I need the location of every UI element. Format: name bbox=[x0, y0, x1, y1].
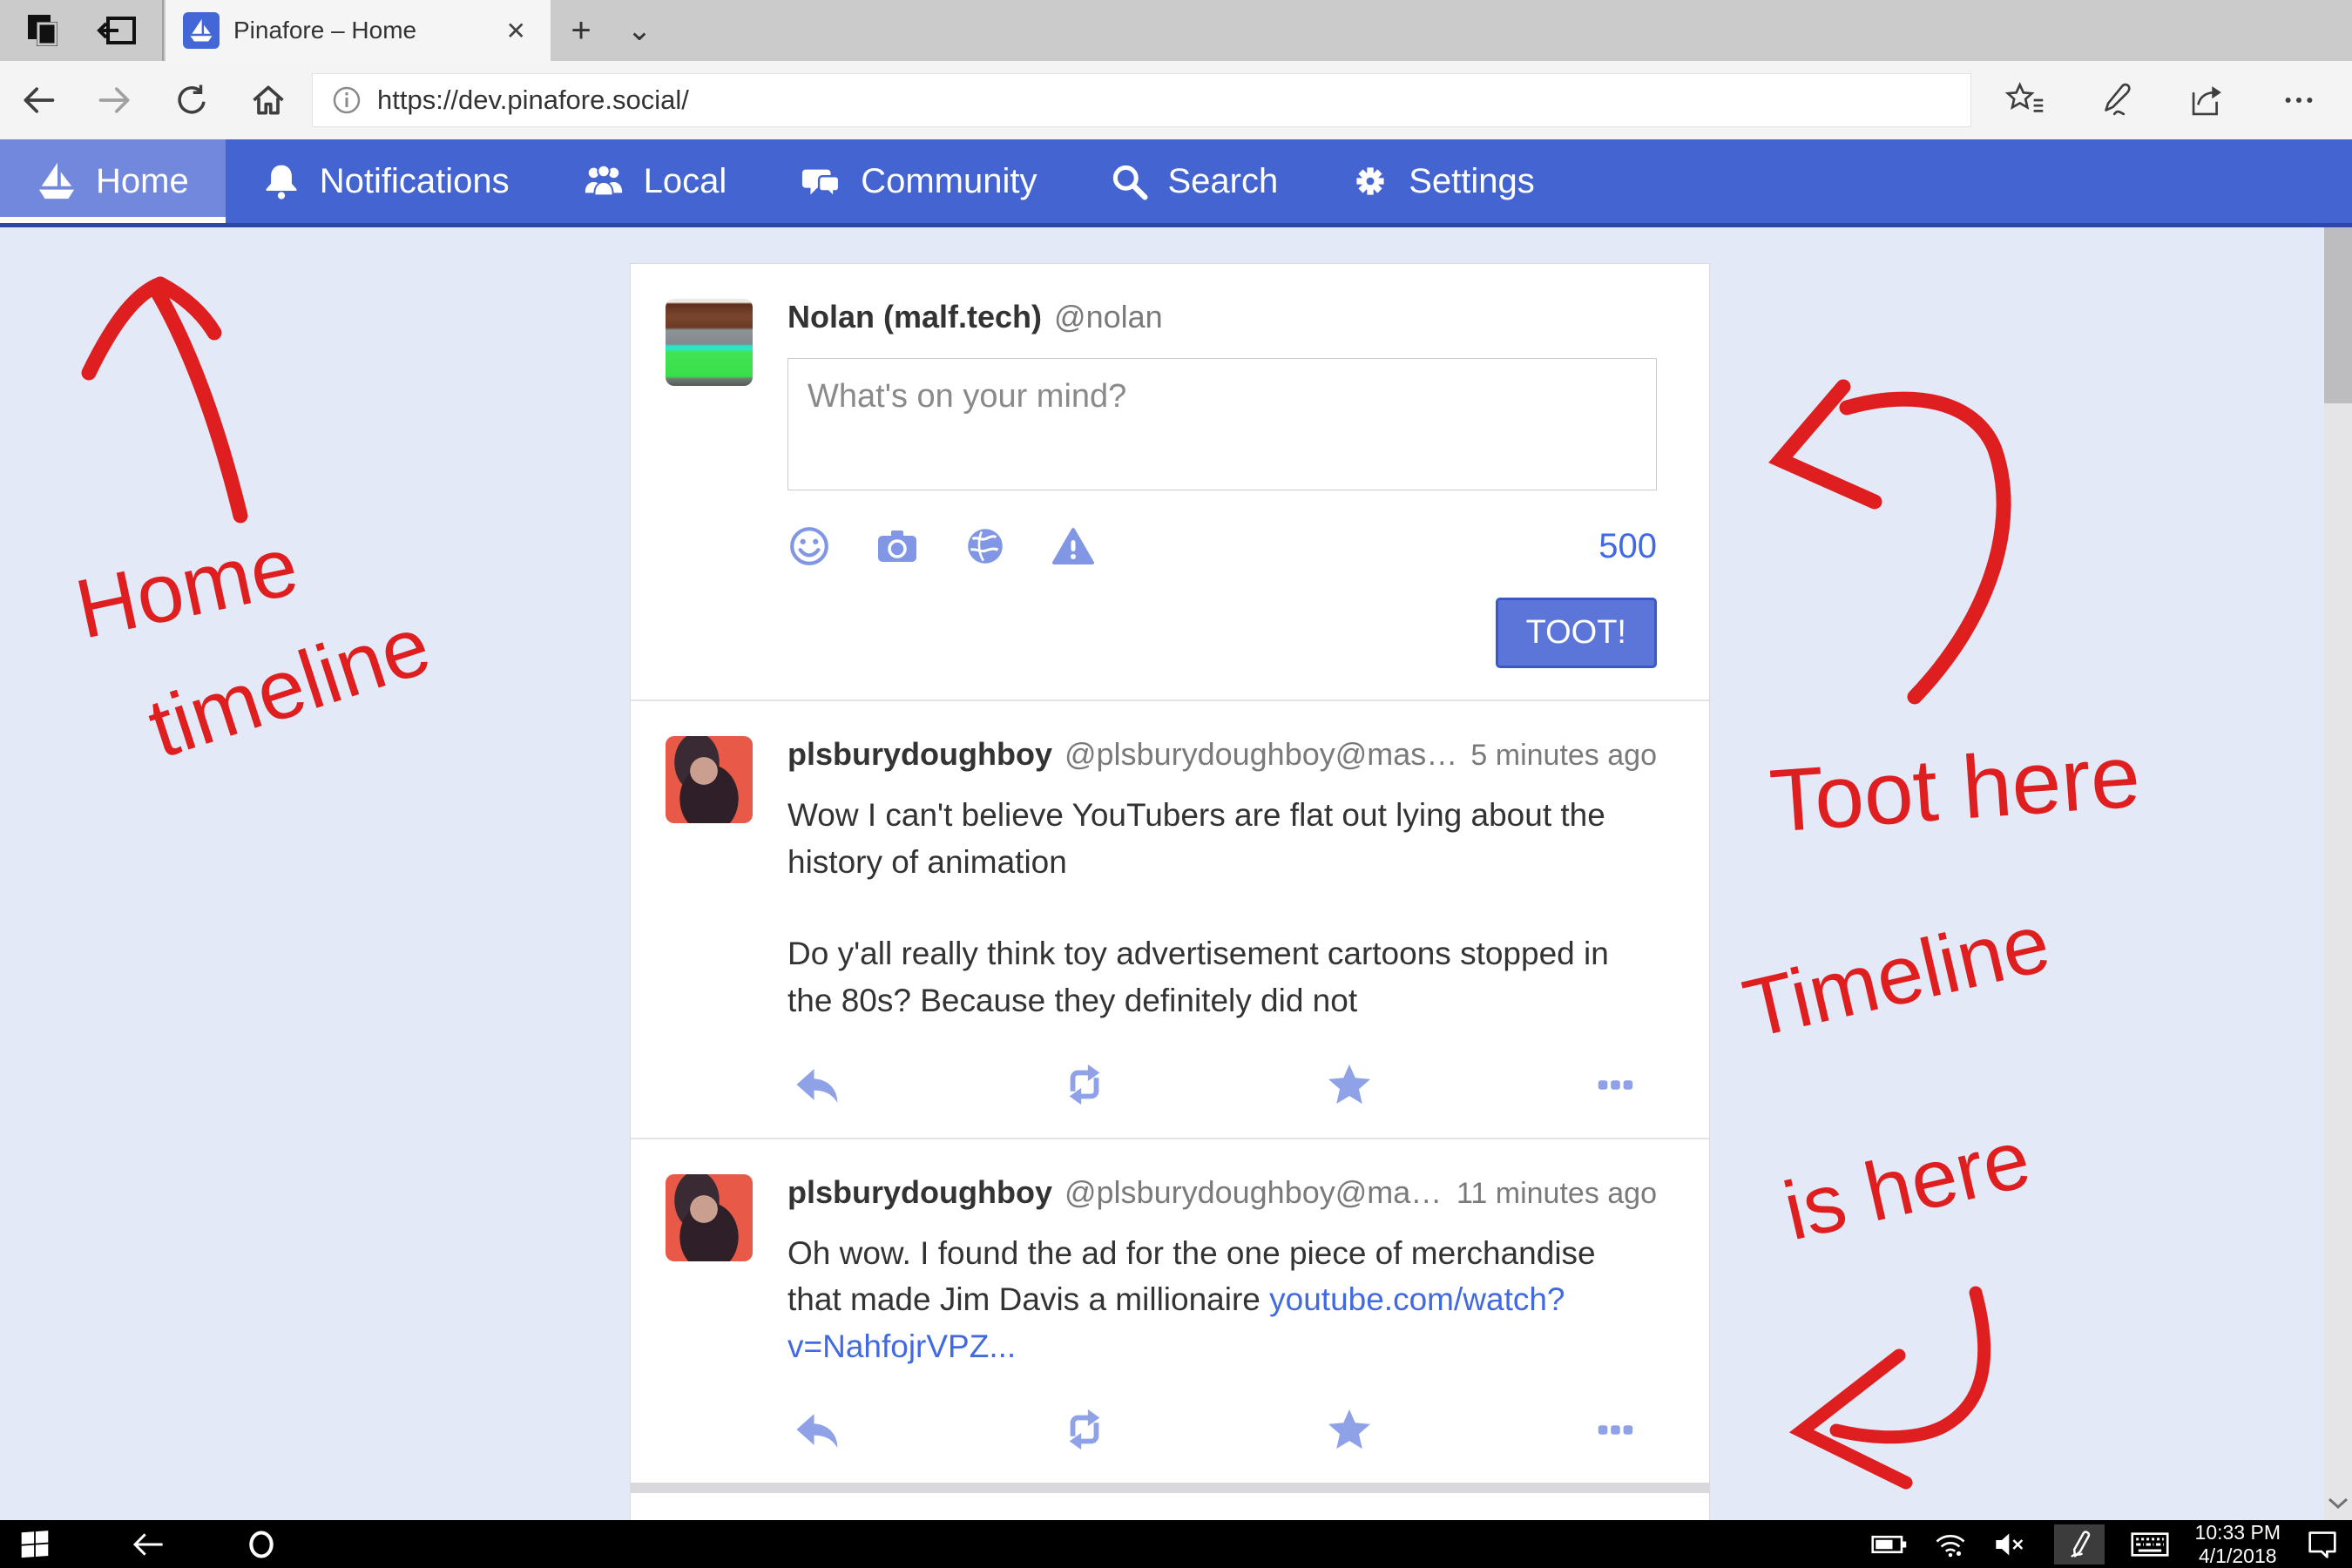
bell-icon bbox=[262, 161, 301, 201]
share-icon[interactable] bbox=[2169, 61, 2246, 139]
people-icon bbox=[583, 161, 625, 201]
battery-icon[interactable] bbox=[1871, 1531, 1908, 1558]
toolbar-right bbox=[1971, 61, 2352, 139]
nav-item-community[interactable]: Community bbox=[763, 139, 1073, 223]
action-center-icon[interactable] bbox=[2307, 1530, 2338, 1559]
taskbar-date: 4/1/2018 bbox=[2195, 1544, 2281, 1567]
toot-button[interactable]: TOOT! bbox=[1496, 598, 1657, 668]
favorite-star-icon[interactable] bbox=[1325, 1063, 1374, 1106]
reply-icon[interactable] bbox=[793, 1063, 843, 1106]
toot-timestamp: 5 minutes ago bbox=[1470, 739, 1657, 773]
boost-icon[interactable] bbox=[1060, 1063, 1109, 1106]
nav-item-search[interactable]: Search bbox=[1073, 139, 1315, 223]
more-actions-icon[interactable] bbox=[1591, 1408, 1639, 1451]
taskbar-time: 10:33 PM bbox=[2195, 1521, 2281, 1544]
tab-title: Pinafore – Home bbox=[233, 17, 485, 44]
site-info-icon[interactable] bbox=[332, 85, 362, 115]
volume-muted-icon[interactable] bbox=[1993, 1531, 2028, 1558]
windows-ink-pen-icon[interactable] bbox=[2054, 1524, 2105, 1565]
nav-item-notifications[interactable]: Notifications bbox=[226, 139, 546, 223]
more-actions-icon[interactable] bbox=[1591, 1063, 1639, 1106]
tab-list-dropdown-icon[interactable]: ⌄ bbox=[612, 0, 667, 61]
forward-button[interactable] bbox=[77, 61, 153, 139]
url-text: https://dev.pinafore.social/ bbox=[377, 84, 689, 116]
refresh-button[interactable] bbox=[153, 61, 230, 139]
toot-user-name: plsburydoughboy bbox=[787, 736, 1052, 773]
toot-body: Oh wow. I found the ad for the one piece… bbox=[787, 1230, 1657, 1370]
toot: plsburydoughboy @plsburydoughboy@mastodo… bbox=[631, 700, 1709, 1138]
nav-item-home[interactable]: Home bbox=[0, 139, 226, 223]
toot-user-handle: @plsburydoughboy@mastodon.so... bbox=[1064, 736, 1458, 773]
page-scrollbar[interactable] bbox=[2324, 227, 2352, 1520]
avatar[interactable] bbox=[666, 736, 753, 823]
nav-item-local[interactable]: Local bbox=[546, 139, 764, 223]
avatar[interactable] bbox=[666, 299, 753, 386]
cortana-icon[interactable] bbox=[246, 1529, 277, 1560]
toot-user-handle: @plsburydoughboy@mastodon.s... bbox=[1064, 1174, 1444, 1211]
avatar[interactable] bbox=[666, 1174, 753, 1261]
reply-icon[interactable] bbox=[793, 1408, 843, 1451]
toot: kз:ʳ @chr@cybre.space 13 minutes ago you… bbox=[631, 1483, 1709, 1520]
boost-icon[interactable] bbox=[1060, 1408, 1109, 1451]
windows-taskbar: 10:33 PM 4/1/2018 bbox=[0, 1520, 2352, 1568]
search-icon bbox=[1110, 161, 1148, 201]
compose-user-handle: @nolan bbox=[1054, 299, 1163, 335]
taskbar-clock[interactable]: 10:33 PM 4/1/2018 bbox=[2195, 1521, 2281, 1567]
emoji-icon[interactable] bbox=[787, 524, 831, 568]
nav-item-settings[interactable]: Settings bbox=[1315, 139, 1571, 223]
back-button[interactable] bbox=[0, 61, 77, 139]
nav-label: Home bbox=[96, 162, 189, 201]
chat-bubbles-icon bbox=[800, 161, 841, 201]
screen: { "browser": { "tab_title": "Pinafore – … bbox=[0, 0, 2352, 1568]
timeline-column: Nolan (malf.tech) @nolan bbox=[630, 263, 1710, 1520]
new-tab-button[interactable]: + bbox=[551, 0, 612, 61]
page-content: Nolan (malf.tech) @nolan bbox=[0, 227, 2352, 1520]
gear-icon bbox=[1351, 161, 1389, 201]
nav-label: Settings bbox=[1409, 162, 1535, 201]
scrollbar-thumb[interactable] bbox=[2324, 227, 2352, 403]
nav-label: Local bbox=[644, 162, 727, 201]
address-bar[interactable]: https://dev.pinafore.social/ bbox=[312, 73, 1971, 127]
tab-preview-icon[interactable] bbox=[23, 11, 63, 50]
touch-keyboard-icon[interactable] bbox=[2131, 1531, 2169, 1558]
taskbar-back-icon[interactable] bbox=[131, 1530, 166, 1559]
favorites-hub-icon[interactable] bbox=[1986, 61, 2063, 139]
content-warning-icon[interactable] bbox=[1051, 524, 1096, 568]
browser-tab-bar: Pinafore – Home ✕ + ⌄ bbox=[0, 0, 2352, 61]
globe-icon[interactable] bbox=[963, 524, 1007, 568]
toot-body: Wow I can't believe YouTubers are flat o… bbox=[787, 792, 1657, 1024]
nav-label: Community bbox=[861, 162, 1037, 201]
compose-input[interactable] bbox=[787, 358, 1657, 490]
browser-tab[interactable]: Pinafore – Home ✕ bbox=[166, 0, 551, 61]
camera-icon[interactable] bbox=[875, 524, 920, 568]
nav-label: Search bbox=[1167, 162, 1278, 201]
toot-user-name: plsburydoughboy bbox=[787, 1174, 1052, 1211]
web-notes-pen-icon[interactable] bbox=[2078, 61, 2154, 139]
more-options-icon[interactable] bbox=[2261, 61, 2337, 139]
pinafore-favicon-icon bbox=[183, 12, 220, 49]
window-controls bbox=[0, 0, 164, 61]
compose-box: Nolan (malf.tech) @nolan bbox=[631, 264, 1709, 700]
compose-user-name: Nolan (malf.tech) bbox=[787, 299, 1042, 335]
start-button-icon[interactable] bbox=[19, 1529, 51, 1560]
wifi-icon[interactable] bbox=[1934, 1531, 1967, 1558]
scrollbar-down-arrow-icon[interactable] bbox=[2327, 1496, 2349, 1511]
toot: plsburydoughboy @plsburydoughboy@mastodo… bbox=[631, 1138, 1709, 1484]
nav-label: Notifications bbox=[320, 162, 510, 201]
home-button[interactable] bbox=[230, 61, 307, 139]
favorite-star-icon[interactable] bbox=[1325, 1408, 1374, 1451]
sailboat-icon bbox=[37, 161, 77, 201]
browser-toolbar: https://dev.pinafore.social/ bbox=[0, 61, 2352, 139]
pinafore-nav-bar: Home Notifications Local Community Searc… bbox=[0, 139, 2352, 227]
toot-timestamp: 11 minutes ago bbox=[1456, 1177, 1657, 1211]
char-counter: 500 bbox=[1598, 527, 1657, 566]
tab-close-icon[interactable]: ✕ bbox=[499, 13, 533, 49]
set-tabs-aside-icon[interactable] bbox=[96, 11, 139, 50]
